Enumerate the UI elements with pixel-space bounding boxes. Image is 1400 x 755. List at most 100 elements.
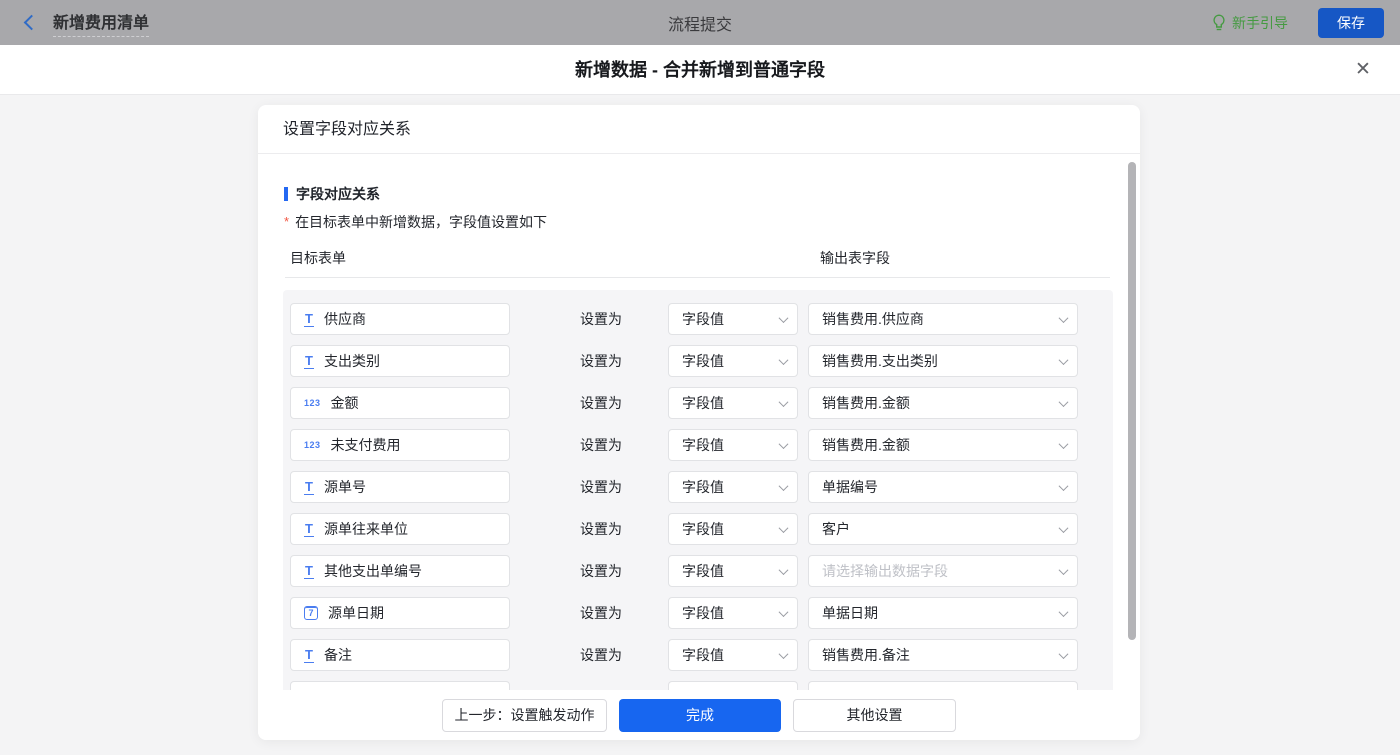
- value-mode-text: 字段值: [682, 605, 724, 621]
- output-field-select[interactable]: 销售费用.支出类别: [808, 345, 1078, 377]
- target-field-input[interactable]: T 源单号: [290, 471, 510, 503]
- dialog-footer: 上一步：设置触发动作 完成 其他设置: [258, 690, 1140, 740]
- table-row: 7 源单日期 设置为 字段值 单据日期: [290, 597, 1113, 629]
- table-row: T 源单往来单位 设置为 字段值 客户: [290, 513, 1113, 545]
- lightbulb-icon: [1213, 14, 1225, 31]
- set-as-label: 设置为: [580, 605, 622, 621]
- mapping-rows-container: T 供应商 设置为 字段值 销售费用.供应商 T 支出类别 设置为 字段值 销售…: [283, 290, 1113, 713]
- number-icon: 123: [304, 440, 321, 450]
- value-mode-select[interactable]: 字段值: [668, 303, 798, 335]
- chevron-down-icon: [778, 396, 789, 407]
- chevron-down-icon: [1058, 312, 1069, 323]
- output-field-select[interactable]: 销售费用.金额: [808, 429, 1078, 461]
- value-mode-select[interactable]: 字段值: [668, 513, 798, 545]
- set-as-label: 设置为: [580, 437, 622, 453]
- target-field-input[interactable]: T 支出类别: [290, 345, 510, 377]
- output-field-select[interactable]: 单据编号: [808, 471, 1078, 503]
- panel-header: 设置字段对应关系: [258, 105, 1140, 154]
- target-field-input[interactable]: 7 源单日期: [290, 597, 510, 629]
- value-mode-select[interactable]: 字段值: [668, 429, 798, 461]
- scrollbar[interactable]: [1128, 162, 1136, 640]
- section-note: 在目标表单中新增数据，字段值设置如下: [295, 214, 548, 230]
- table-row: T 备注 设置为 字段值 销售费用.备注: [290, 639, 1113, 671]
- done-button[interactable]: 完成: [619, 698, 781, 732]
- output-field-select[interactable]: 销售费用.备注: [808, 639, 1078, 671]
- guide-label: 新手引导: [1232, 14, 1288, 31]
- column-header-target-form: 目标表单: [290, 250, 346, 266]
- header-divider: [285, 277, 1110, 278]
- chevron-down-icon: [778, 564, 789, 575]
- target-field-label: 金额: [330, 395, 359, 411]
- beginner-guide-link[interactable]: 新手引导: [1212, 13, 1288, 33]
- target-field-label: 源单日期: [328, 605, 384, 621]
- text-icon: T: [304, 352, 314, 369]
- text-icon: T: [304, 646, 314, 663]
- required-asterisk: *: [284, 214, 290, 229]
- value-mode-text: 字段值: [682, 563, 724, 579]
- flow-name-title[interactable]: 新增费用清单: [53, 9, 150, 37]
- set-as-label: 设置为: [580, 311, 622, 327]
- value-mode-select[interactable]: 字段值: [668, 345, 798, 377]
- dialog-title-bar: 新增数据 - 合并新增到普通字段 ✕: [0, 45, 1400, 95]
- target-field-input[interactable]: T 备注: [290, 639, 510, 671]
- chevron-down-icon: [778, 648, 789, 659]
- value-mode-select[interactable]: 字段值: [668, 387, 798, 419]
- target-field-label: 源单往来单位: [323, 521, 408, 537]
- text-icon: T: [304, 562, 314, 579]
- column-headers: 目标表单 输出表字段: [258, 248, 1140, 266]
- output-field-text: 客户: [822, 521, 850, 537]
- output-field-text: 销售费用.支出类别: [822, 353, 938, 369]
- output-field-select[interactable]: 销售费用.金额: [808, 387, 1078, 419]
- output-field-text: 销售费用.金额: [822, 437, 910, 453]
- topbar-center-title: 流程提交: [667, 16, 732, 34]
- value-mode-select[interactable]: 字段值: [668, 555, 798, 587]
- output-field-select[interactable]: 单据日期: [808, 597, 1078, 629]
- value-mode-text: 字段值: [682, 521, 724, 537]
- text-icon: T: [304, 478, 314, 495]
- output-field-text: 销售费用.金额: [822, 395, 910, 411]
- target-field-input[interactable]: T 源单往来单位: [290, 513, 510, 545]
- field-mapping-panel: 设置字段对应关系 字段对应关系 * 在目标表单中新增数据，字段值设置如下 目标表…: [258, 105, 1140, 740]
- output-field-text: 单据日期: [822, 605, 878, 621]
- section-accent-bar: [284, 187, 288, 201]
- target-field-input[interactable]: T 供应商: [290, 303, 510, 335]
- table-row: T 源单号 设置为 字段值 单据编号: [290, 471, 1113, 503]
- value-mode-text: 字段值: [682, 647, 724, 663]
- value-mode-select[interactable]: 字段值: [668, 639, 798, 671]
- column-header-output-field: 输出表字段: [820, 250, 890, 266]
- target-field-input[interactable]: 123 未支付费用: [290, 429, 510, 461]
- text-icon: T: [304, 520, 314, 537]
- value-mode-text: 字段值: [682, 311, 724, 327]
- set-as-label: 设置为: [580, 395, 622, 411]
- output-field-text: 销售费用.供应商: [822, 311, 924, 327]
- number-icon: 123: [304, 398, 321, 408]
- value-mode-text: 字段值: [682, 395, 724, 411]
- close-icon[interactable]: ✕: [1350, 57, 1376, 83]
- value-mode-select[interactable]: 字段值: [668, 597, 798, 629]
- value-mode-select[interactable]: 字段值: [668, 471, 798, 503]
- target-field-label: 支出类别: [323, 353, 380, 369]
- target-field-input[interactable]: T 其他支出单编号: [290, 555, 510, 587]
- value-mode-text: 字段值: [682, 353, 724, 369]
- target-field-label: 其他支出单编号: [323, 563, 422, 579]
- topbar: 新增费用清单 流程提交 新手引导 保存: [0, 0, 1400, 45]
- chevron-down-icon: [778, 312, 789, 323]
- output-field-select[interactable]: 客户: [808, 513, 1078, 545]
- other-settings-button[interactable]: 其他设置: [793, 698, 956, 732]
- save-button[interactable]: 保存: [1318, 7, 1384, 38]
- back-icon[interactable]: [23, 14, 40, 31]
- table-row: T 支出类别 设置为 字段值 销售费用.支出类别: [290, 345, 1113, 377]
- value-mode-text: 字段值: [682, 437, 724, 453]
- chevron-down-icon: [1058, 522, 1069, 533]
- set-as-label: 设置为: [580, 647, 622, 663]
- value-mode-text: 字段值: [682, 479, 724, 495]
- output-field-select[interactable]: 请选择输出数据字段: [808, 555, 1078, 587]
- set-as-label: 设置为: [580, 479, 622, 495]
- previous-step-button[interactable]: 上一步：设置触发动作: [442, 698, 607, 732]
- chevron-down-icon: [1058, 564, 1069, 575]
- chevron-down-icon: [1058, 354, 1069, 365]
- output-field-select[interactable]: 销售费用.供应商: [808, 303, 1078, 335]
- set-as-label: 设置为: [580, 563, 622, 579]
- chevron-down-icon: [1058, 396, 1069, 407]
- target-field-input[interactable]: 123 金额: [290, 387, 510, 419]
